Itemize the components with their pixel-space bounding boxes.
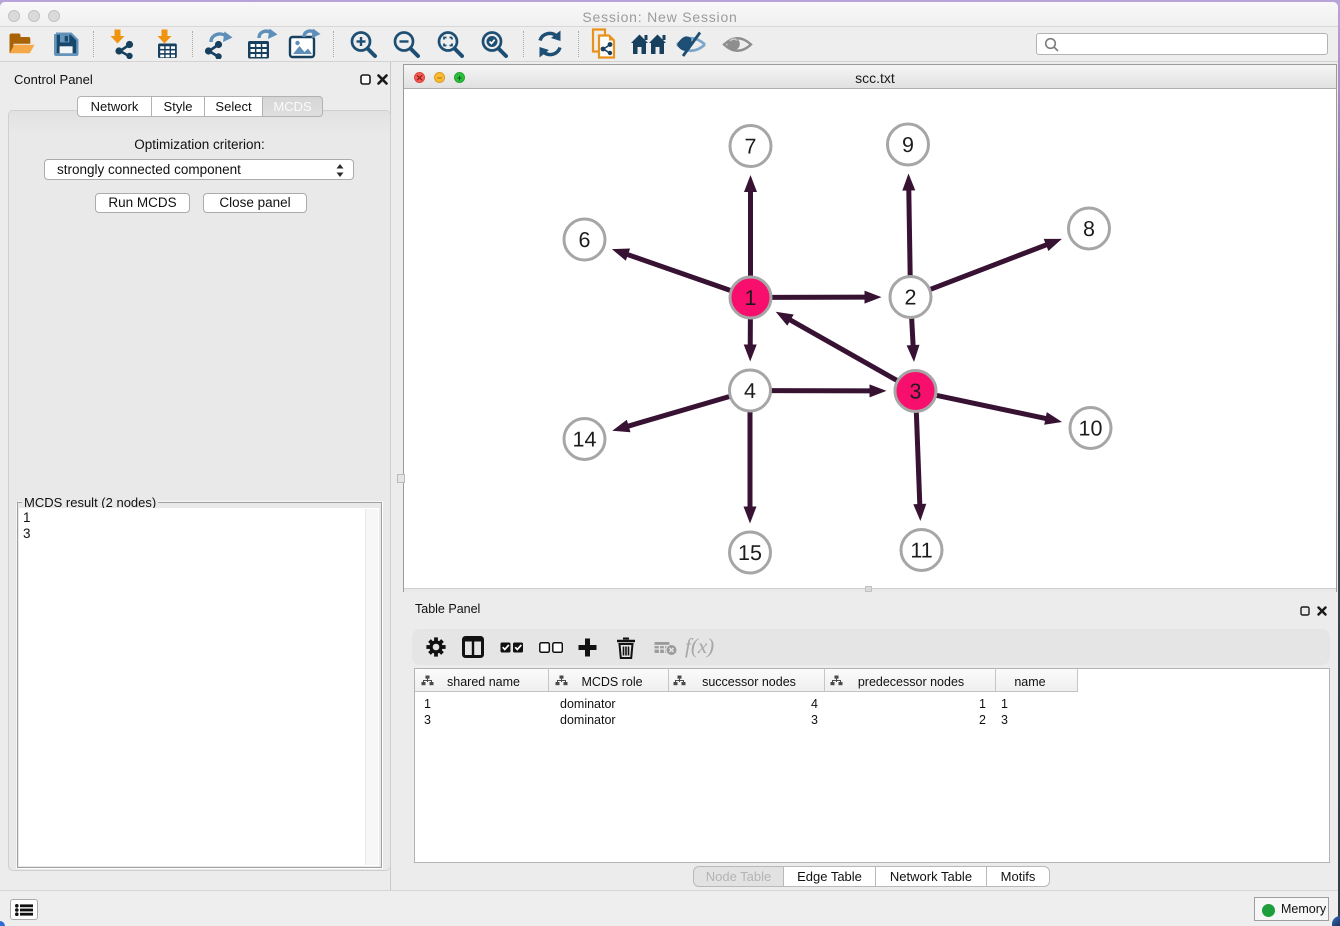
svg-text:10: 10: [1079, 417, 1103, 441]
svg-text:6: 6: [579, 228, 591, 252]
svg-text:11: 11: [910, 539, 932, 563]
svg-text:9: 9: [902, 133, 914, 157]
svg-text:8: 8: [1083, 217, 1095, 241]
svg-text:1: 1: [745, 286, 757, 310]
svg-text:14: 14: [573, 428, 597, 452]
svg-text:15: 15: [738, 541, 762, 565]
svg-text:7: 7: [745, 135, 757, 159]
svg-text:2: 2: [905, 286, 917, 310]
svg-text:4: 4: [744, 379, 756, 403]
svg-text:3: 3: [910, 380, 922, 404]
